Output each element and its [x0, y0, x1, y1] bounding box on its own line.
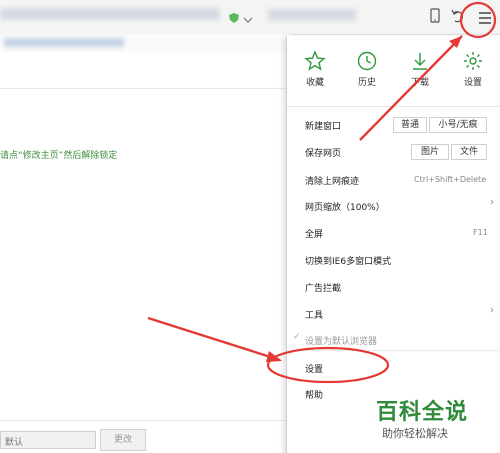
gear-icon [464, 52, 482, 70]
undo-icon[interactable] [449, 7, 467, 25]
clear-traces-shortcut: Ctrl+Shift+Delete [414, 175, 487, 184]
menu-item-help[interactable]: 帮助 [305, 388, 323, 401]
watermark-title: 百科全说 [376, 400, 469, 425]
divider [0, 420, 290, 421]
menu-item-settings[interactable]: 设置 [305, 362, 323, 375]
blurred-link [4, 38, 124, 47]
menu-separator [287, 350, 500, 351]
history-button[interactable]: 历史 [347, 50, 387, 88]
home-lock-notice: 请点“修改主页”然后解除锁定 [0, 151, 118, 161]
menu-item-fullscreen[interactable]: 全屏 [305, 227, 323, 240]
blurred-search [268, 9, 356, 21]
download-label: 下载 [410, 78, 429, 88]
star-icon [304, 50, 326, 71]
quick-actions: 收藏 历史 下载 设置 [287, 36, 500, 107]
menu-icon[interactable] [476, 9, 494, 27]
homepage-input[interactable]: 默认 [0, 431, 96, 449]
tablet-icon[interactable] [426, 7, 444, 25]
menu-item-new-window[interactable]: 新建窗口 [305, 119, 341, 132]
new-window-private-button[interactable]: 小号/无痕 [429, 117, 487, 133]
watermark-subtitle: 助你轻松解决 [382, 427, 448, 440]
settings-quick-label: 设置 [463, 78, 482, 88]
watermark-logo: 百科全说 助你轻松解决 [372, 392, 500, 453]
chevron-right-icon: › [490, 305, 494, 316]
download-button[interactable]: 下载 [400, 50, 440, 88]
clock-icon [357, 51, 377, 71]
new-window-normal-button[interactable]: 普通 [393, 117, 427, 133]
menu-item-default-browser: 设置为默认浏览器 [305, 337, 378, 347]
arrow-head [266, 351, 282, 362]
change-button[interactable]: 更改 [100, 429, 146, 451]
shield-icon[interactable] [228, 9, 240, 23]
chevron-right-icon: › [490, 197, 494, 208]
chevron-down-icon[interactable] [243, 10, 253, 23]
history-label: 历史 [357, 78, 376, 88]
favorites-button[interactable]: 收藏 [295, 50, 335, 88]
menu-item-ad-block[interactable]: 广告拦截 [305, 281, 341, 294]
arrow-to-settings [147, 316, 281, 362]
check-icon: ✓ [293, 332, 301, 342]
menu-item-save-page[interactable]: 保存网页 [305, 146, 341, 159]
menu-item-zoom[interactable]: 网页缩放（100%） [305, 200, 385, 213]
browser-toolbar [0, 0, 500, 35]
save-file-button[interactable]: 文件 [451, 144, 487, 160]
favorites-label: 收藏 [305, 78, 324, 88]
download-icon [413, 53, 427, 70]
blurred-address [0, 8, 220, 20]
menu-item-ie6-mode[interactable]: 切换到IE6多窗口模式 [305, 254, 391, 267]
divider [0, 88, 290, 89]
settings-quick-button[interactable]: 设置 [453, 50, 493, 88]
main-menu-panel: 收藏 历史 下载 设置 新建窗口 普通 小号/无痕 保存网页 图片 文件 清除上… [286, 36, 500, 453]
save-image-button[interactable]: 图片 [411, 144, 449, 160]
blurred-tab-strip [0, 34, 290, 52]
menu-item-tools[interactable]: 工具 [305, 308, 323, 321]
menu-item-clear-traces[interactable]: 清除上网痕迹 [305, 174, 359, 187]
fullscreen-shortcut: F11 [473, 228, 488, 237]
